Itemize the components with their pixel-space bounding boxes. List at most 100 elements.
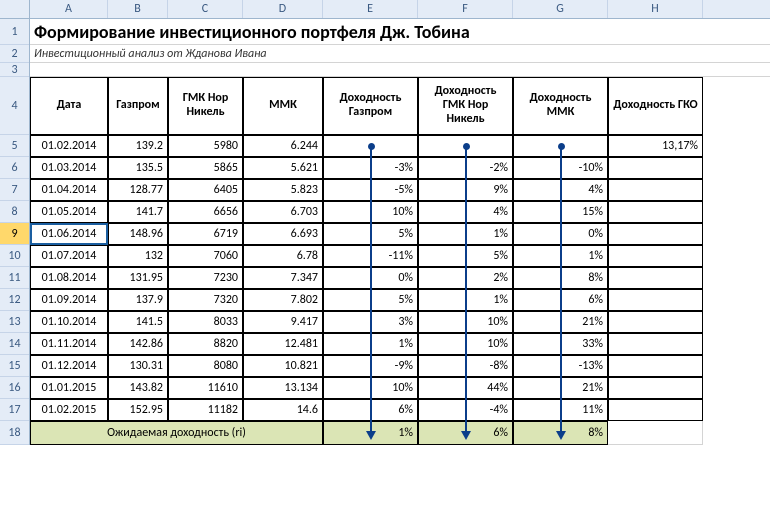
column-header-E[interactable]: E xyxy=(323,0,418,18)
row-header-10[interactable]: 10 xyxy=(0,245,29,267)
column-header-C[interactable]: C xyxy=(168,0,243,18)
cell-D-12[interactable]: 7.802 xyxy=(243,289,323,311)
cell-A-17[interactable]: 01.02.2015 xyxy=(30,399,108,421)
row-header-8[interactable]: 8 xyxy=(0,201,29,223)
cell-D-13[interactable]: 9.417 xyxy=(243,311,323,333)
column-header-B[interactable]: B xyxy=(108,0,168,18)
cell-B-13[interactable]: 141.5 xyxy=(108,311,168,333)
cell-G-10[interactable]: 1% xyxy=(513,245,608,267)
cell-C-17[interactable]: 11182 xyxy=(168,399,243,421)
cell-F-14[interactable]: 10% xyxy=(418,333,513,355)
cell-G-8[interactable]: 15% xyxy=(513,201,608,223)
summary-F[interactable]: 6% xyxy=(418,421,513,445)
cell-H-16[interactable] xyxy=(608,377,703,399)
cell-C-5[interactable]: 5980 xyxy=(168,135,243,157)
cell-C-8[interactable]: 6656 xyxy=(168,201,243,223)
cell-G-15[interactable]: -13% xyxy=(513,355,608,377)
row-header-6[interactable]: 6 xyxy=(0,157,29,179)
header-G[interactable]: Доходность ММК xyxy=(513,77,608,135)
cell-G-14[interactable]: 33% xyxy=(513,333,608,355)
cell-F-6[interactable]: -2% xyxy=(418,157,513,179)
cell-G-17[interactable]: 11% xyxy=(513,399,608,421)
cell-B-11[interactable]: 131.95 xyxy=(108,267,168,289)
cell-G-13[interactable]: 21% xyxy=(513,311,608,333)
cell-H-7[interactable] xyxy=(608,179,703,201)
row-header-9[interactable]: 9 xyxy=(0,223,29,245)
cell-G-9[interactable]: 0% xyxy=(513,223,608,245)
cell-F-5[interactable] xyxy=(418,135,513,157)
cell-E-11[interactable]: 0% xyxy=(323,267,418,289)
cell-C-9[interactable]: 6719 xyxy=(168,223,243,245)
cell-B-10[interactable]: 132 xyxy=(108,245,168,267)
cell-C-14[interactable]: 8820 xyxy=(168,333,243,355)
cell-G-7[interactable]: 4% xyxy=(513,179,608,201)
cell-F-16[interactable]: 44% xyxy=(418,377,513,399)
cell-H-13[interactable] xyxy=(608,311,703,333)
blank-row[interactable] xyxy=(30,63,770,77)
cell-A-16[interactable]: 01.01.2015 xyxy=(30,377,108,399)
column-header-D[interactable]: D xyxy=(243,0,323,18)
row-header-11[interactable]: 11 xyxy=(0,267,29,289)
column-header-G[interactable]: G xyxy=(513,0,608,18)
cell-B-14[interactable]: 142.86 xyxy=(108,333,168,355)
cell-F-7[interactable]: 9% xyxy=(418,179,513,201)
cell-A-7[interactable]: 01.04.2014 xyxy=(30,179,108,201)
cell-D-9[interactable]: 6.693 xyxy=(243,223,323,245)
cell-G-16[interactable]: 21% xyxy=(513,377,608,399)
cell-C-16[interactable]: 11610 xyxy=(168,377,243,399)
cell-B-15[interactable]: 130.31 xyxy=(108,355,168,377)
cell-E-10[interactable]: -11% xyxy=(323,245,418,267)
cell-A-6[interactable]: 01.03.2014 xyxy=(30,157,108,179)
cell-H-14[interactable] xyxy=(608,333,703,355)
cell-C-13[interactable]: 8033 xyxy=(168,311,243,333)
cell-H-17[interactable] xyxy=(608,399,703,421)
cell-E-9[interactable]: 5% xyxy=(323,223,418,245)
header-B[interactable]: Газпром xyxy=(108,77,168,135)
cell-H-6[interactable] xyxy=(608,157,703,179)
row-header-2[interactable]: 2 xyxy=(0,45,29,63)
cell-D-15[interactable]: 10.821 xyxy=(243,355,323,377)
cell-A-10[interactable]: 01.07.2014 xyxy=(30,245,108,267)
grid-area[interactable]: Формирование инвестиционного портфеля Дж… xyxy=(30,19,770,445)
row-header-14[interactable]: 14 xyxy=(0,333,29,355)
cell-B-8[interactable]: 141.7 xyxy=(108,201,168,223)
cell-H-8[interactable] xyxy=(608,201,703,223)
cell-H-9[interactable] xyxy=(608,223,703,245)
cell-F-8[interactable]: 4% xyxy=(418,201,513,223)
cell-D-8[interactable]: 6.703 xyxy=(243,201,323,223)
cell-A-15[interactable]: 01.12.2014 xyxy=(30,355,108,377)
cell-E-12[interactable]: 5% xyxy=(323,289,418,311)
cell-D-17[interactable]: 14.6 xyxy=(243,399,323,421)
row-header-18[interactable]: 18 xyxy=(0,421,29,445)
cell-B-7[interactable]: 128.77 xyxy=(108,179,168,201)
cell-H-11[interactable] xyxy=(608,267,703,289)
cell-D-11[interactable]: 7.347 xyxy=(243,267,323,289)
cell-G-11[interactable]: 8% xyxy=(513,267,608,289)
cell-C-7[interactable]: 6405 xyxy=(168,179,243,201)
cell-F-17[interactable]: -4% xyxy=(418,399,513,421)
row-header-13[interactable]: 13 xyxy=(0,311,29,333)
cell-B-9[interactable]: 148.96 xyxy=(108,223,168,245)
cell-B-6[interactable]: 135.5 xyxy=(108,157,168,179)
cell-D-6[interactable]: 5.621 xyxy=(243,157,323,179)
cell-C-10[interactable]: 7060 xyxy=(168,245,243,267)
cell-D-5[interactable]: 6.244 xyxy=(243,135,323,157)
summary-label[interactable]: Ожидаемая доходность (ri) xyxy=(30,421,323,445)
cell-F-15[interactable]: -8% xyxy=(418,355,513,377)
row-header-3[interactable]: 3 xyxy=(0,63,29,77)
cell-H-5[interactable]: 13,17% xyxy=(608,135,703,157)
cell-A-8[interactable]: 01.05.2014 xyxy=(30,201,108,223)
cell-C-15[interactable]: 8080 xyxy=(168,355,243,377)
cell-E-5[interactable] xyxy=(323,135,418,157)
row-header-5[interactable]: 5 xyxy=(0,135,29,157)
select-all-corner[interactable] xyxy=(0,0,30,19)
row-header-7[interactable]: 7 xyxy=(0,179,29,201)
cell-F-11[interactable]: 2% xyxy=(418,267,513,289)
cell-E-16[interactable]: 10% xyxy=(323,377,418,399)
cell-E-15[interactable]: -9% xyxy=(323,355,418,377)
cell-B-5[interactable]: 139.2 xyxy=(108,135,168,157)
row-header-15[interactable]: 15 xyxy=(0,355,29,377)
header-H[interactable]: Доходность ГКО xyxy=(608,77,703,135)
cell-E-13[interactable]: 3% xyxy=(323,311,418,333)
row-header-12[interactable]: 12 xyxy=(0,289,29,311)
